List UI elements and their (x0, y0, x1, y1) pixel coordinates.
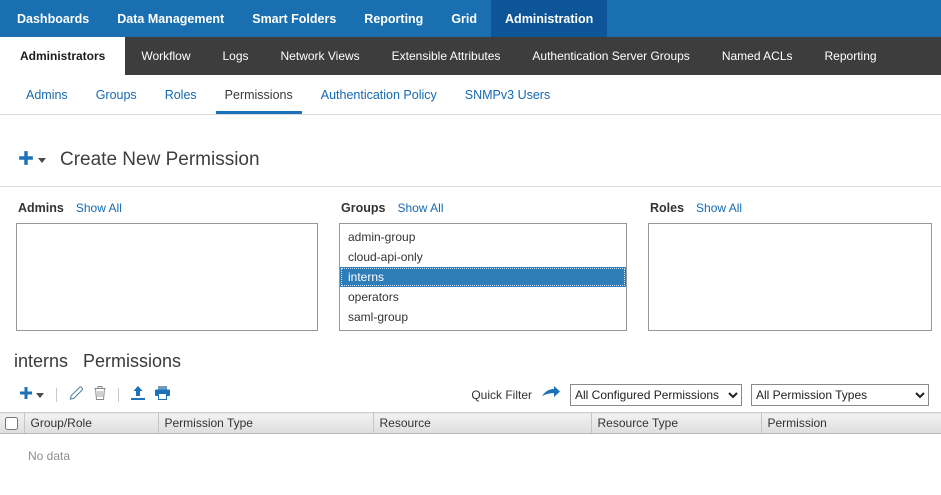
list-item[interactable]: saml-group (340, 307, 626, 327)
upload-button[interactable] (131, 386, 145, 405)
groups-show-all-link[interactable]: Show All (397, 201, 443, 215)
list-item[interactable]: cloud-api-only (340, 247, 626, 267)
edit-icon (69, 386, 84, 405)
admins-listbox[interactable] (16, 223, 318, 331)
groups-listbox[interactable]: admin-group cloud-api-only interns opera… (339, 223, 627, 331)
select-all-checkbox[interactable] (5, 417, 18, 430)
print-icon (155, 386, 170, 405)
quick-filter-area: Quick Filter All Configured Permissions … (471, 384, 929, 406)
delete-button[interactable] (94, 386, 106, 405)
groups-label: Groups (341, 201, 385, 215)
add-permission-button[interactable] (18, 150, 46, 171)
admins-label: Admins (18, 201, 64, 215)
roles-column: Roles Show All (648, 199, 932, 331)
no-data-message: No data (0, 434, 941, 495)
edit-button[interactable] (69, 386, 84, 405)
trash-icon (94, 386, 106, 405)
roles-column-header: Roles Show All (650, 201, 932, 215)
secondary-nav: Administrators Workflow Logs Network Vie… (0, 37, 941, 75)
groups-column: Groups Show All admin-group cloud-api-on… (339, 199, 627, 331)
nav-smart-folders[interactable]: Smart Folders (238, 0, 350, 37)
quick-filter-label: Quick Filter (471, 388, 532, 402)
caret-down-icon (38, 158, 46, 163)
quick-filter-arrow-icon (541, 386, 561, 404)
permissions-title-label: Permissions (83, 351, 181, 372)
list-item[interactable]: operators (340, 287, 626, 307)
create-permission-bar: Create New Permission (18, 149, 941, 186)
subtab-groups[interactable]: Groups (82, 75, 151, 114)
admins-column: Admins Show All (16, 199, 318, 331)
subtab-authentication-policy[interactable]: Authentication Policy (307, 75, 451, 114)
configured-permissions-select[interactable]: All Configured Permissions (570, 384, 742, 406)
plus-icon (19, 386, 33, 405)
tab-extensible-attributes[interactable]: Extensible Attributes (376, 37, 517, 75)
tab-authentication-server-groups[interactable]: Authentication Server Groups (516, 37, 705, 75)
column-header-resource-type[interactable]: Resource Type (591, 413, 761, 434)
nav-data-management[interactable]: Data Management (103, 0, 238, 37)
permissions-toolbar: Quick Filter All Configured Permissions … (14, 384, 929, 406)
toolbar-separator (56, 388, 57, 402)
permission-types-select[interactable]: All Permission Types (751, 384, 929, 406)
empty-row: No data (0, 434, 941, 495)
nav-grid[interactable]: Grid (437, 0, 491, 37)
table-header-row: Group/Role Permission Type Resource Reso… (0, 413, 941, 434)
caret-down-icon (36, 393, 44, 398)
tertiary-nav: Admins Groups Roles Permissions Authenti… (0, 75, 941, 115)
list-item[interactable]: admin-group (340, 227, 626, 247)
subtab-permissions[interactable]: Permissions (211, 75, 307, 114)
print-button[interactable] (155, 386, 170, 405)
groups-column-header: Groups Show All (341, 201, 627, 215)
roles-listbox[interactable] (648, 223, 932, 331)
admins-show-all-link[interactable]: Show All (76, 201, 122, 215)
column-header-resource[interactable]: Resource (373, 413, 591, 434)
subtab-roles[interactable]: Roles (151, 75, 211, 114)
permissions-title-group-name: interns (14, 351, 68, 372)
plus-icon (18, 150, 34, 171)
column-header-permission-type[interactable]: Permission Type (158, 413, 373, 434)
roles-show-all-link[interactable]: Show All (696, 201, 742, 215)
add-button[interactable] (19, 386, 44, 405)
list-item-selected[interactable]: interns (340, 267, 626, 287)
upload-icon (131, 386, 145, 405)
subtab-admins[interactable]: Admins (12, 75, 82, 114)
picker-row: Admins Show All Groups Show All admin-gr… (0, 187, 941, 331)
column-header-group-role[interactable]: Group/Role (24, 413, 158, 434)
permissions-title: interns Permissions (14, 351, 941, 372)
column-header-permission[interactable]: Permission (761, 413, 941, 434)
permissions-table: Group/Role Permission Type Resource Reso… (0, 412, 941, 495)
primary-nav: Dashboards Data Management Smart Folders… (0, 0, 941, 37)
subtab-snmpv3-users[interactable]: SNMPv3 Users (451, 75, 564, 114)
nav-administration[interactable]: Administration (491, 0, 607, 37)
tab-network-views[interactable]: Network Views (265, 37, 376, 75)
tab-workflow[interactable]: Workflow (125, 37, 206, 75)
toolbar-separator (118, 388, 119, 402)
tab-reporting[interactable]: Reporting (809, 37, 893, 75)
tab-named-acls[interactable]: Named ACLs (706, 37, 809, 75)
admins-column-header: Admins Show All (18, 201, 318, 215)
create-section-title: Create New Permission (60, 149, 260, 171)
tab-logs[interactable]: Logs (206, 37, 264, 75)
tab-administrators[interactable]: Administrators (0, 37, 125, 75)
roles-label: Roles (650, 201, 684, 215)
header-checkbox-cell (0, 413, 24, 434)
nav-reporting[interactable]: Reporting (350, 0, 437, 37)
create-permission-section: Create New Permission (0, 149, 941, 187)
nav-dashboards[interactable]: Dashboards (3, 0, 103, 37)
